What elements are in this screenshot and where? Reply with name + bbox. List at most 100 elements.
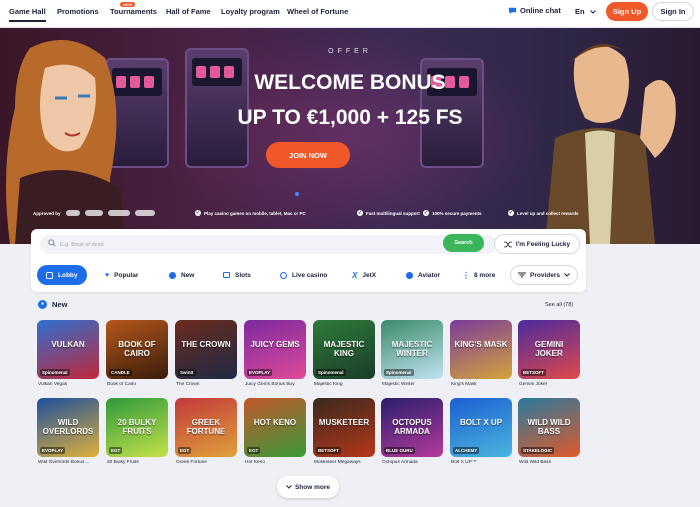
game-tile[interactable]: OCTOPUS ARMADA BLUE GURU — [381, 398, 443, 457]
game-title[interactable]: Majestic King — [314, 382, 384, 387]
game-title[interactable]: Gemini Joker — [519, 382, 589, 387]
feature-text: Fast multilingual support — [366, 210, 420, 216]
tab-popular[interactable]: ♥ Popular — [105, 265, 138, 285]
game-title[interactable]: Vulkan Vegas — [38, 382, 108, 387]
tab-live-casino[interactable]: Live casino — [280, 265, 327, 285]
nav-wheel-of-fortune[interactable]: Wheel of Fortune — [287, 7, 348, 16]
game-tile[interactable]: 20 BULKY FRUITS EGT — [106, 398, 168, 457]
game-title[interactable]: Wild Overlords Bonus ... — [38, 460, 108, 465]
see-all-link[interactable]: See all (78) — [545, 302, 573, 308]
search-input[interactable] — [60, 238, 440, 251]
game-title[interactable]: Octopus Armada — [382, 460, 452, 465]
check-icon: ✓ — [195, 210, 201, 216]
game-tile[interactable]: GEMINI JOKER BETSOFT — [518, 320, 580, 379]
feature-item: ✓ 100% secure payments — [423, 210, 482, 216]
game-tile[interactable]: KING'S MASK — [450, 320, 512, 379]
game-logo-text: MUSKETEER — [318, 418, 370, 427]
check-icon: ✓ — [357, 210, 363, 216]
provider-badge: ALCHEMY — [453, 447, 480, 454]
tab-aviator[interactable]: Aviator — [406, 265, 440, 285]
feature-item: ✓ Fast multilingual support — [357, 210, 420, 216]
partner-logo — [107, 210, 130, 216]
tab-popular-label: Popular — [114, 271, 139, 279]
game-tile[interactable]: BOOK OF CAIRO CANDLE — [106, 320, 168, 379]
tab-jetx[interactable]: X JetX — [352, 265, 376, 285]
partner-logo — [134, 210, 155, 216]
show-more-button[interactable]: Show more — [277, 476, 339, 498]
game-logo-text: WILD OVERLORDS — [42, 418, 94, 436]
game-tile[interactable]: HOT KENO EGT — [244, 398, 306, 457]
shuffle-icon — [503, 241, 512, 247]
game-title[interactable]: King's Mask — [451, 382, 521, 387]
game-logo-text: WILD WILD BASS — [527, 418, 571, 436]
game-title[interactable]: Book of Cairo — [107, 382, 177, 387]
game-logo-text: BOOK OF CAIRO — [118, 340, 156, 358]
nav-hall-of-fame[interactable]: Hall of Fame — [166, 7, 211, 16]
search-box[interactable] — [40, 235, 497, 254]
new-section-title: New — [52, 300, 68, 309]
provider-badge: EVOPLAY — [247, 369, 273, 376]
game-title[interactable]: Majestic Winter — [382, 382, 452, 387]
tab-lobby-label: Lobby — [58, 271, 78, 279]
provider-badge: BETSOFT — [521, 369, 546, 376]
game-tile[interactable]: THE CROWN Swintt — [175, 320, 237, 379]
provider-badge: Spinomenal — [384, 369, 414, 376]
approved-by-label: Approved by — [33, 210, 61, 216]
carousel-indicator[interactable] — [295, 192, 299, 196]
hero-banner[interactable]: OFFER WELCOME BONUS UP TO €1,000 + 125 F… — [0, 28, 700, 244]
search-button[interactable]: Search — [443, 234, 484, 252]
jetx-icon: X — [352, 270, 358, 280]
provider-badge: EGT — [109, 447, 123, 454]
game-tile[interactable]: WILD WILD BASS STAKELOGIC — [518, 398, 580, 457]
feature-text: Level up and collect rewards — [517, 210, 579, 216]
game-title[interactable]: Juicy Gems Bonus Buy — [245, 382, 315, 387]
tab-lobby[interactable]: Lobby — [37, 265, 87, 285]
game-tile[interactable]: VULKAN Spinomenal — [37, 320, 99, 379]
nav-game-hall[interactable]: Game Hall — [9, 7, 46, 22]
chevron-down-icon — [564, 273, 570, 277]
heart-icon: ♥ — [105, 271, 110, 279]
sign-in-button[interactable]: Sign In — [652, 2, 694, 21]
game-title[interactable]: Musketeer Megaways — [314, 460, 384, 465]
game-title[interactable]: Bolt X UP™ — [451, 460, 521, 465]
language-selector[interactable]: En — [575, 7, 596, 16]
tab-aviator-label: Aviator — [418, 271, 441, 279]
tab-live-casino-label: Live casino — [292, 271, 328, 279]
tab-jetx-label: JetX — [362, 271, 377, 279]
feeling-lucky-button[interactable]: I'm Feeling Lucky — [494, 234, 580, 254]
game-thumbnail — [450, 320, 512, 379]
online-chat-link[interactable]: Online chat — [508, 6, 561, 15]
new-section-icon: ● — [38, 300, 47, 309]
tab-slots[interactable]: Slots — [223, 265, 251, 285]
tab-new[interactable]: New — [169, 265, 194, 285]
game-title[interactable]: Wild Wild Bass — [519, 460, 589, 465]
nav-promotions[interactable]: Promotions — [57, 7, 99, 16]
game-tile[interactable]: MAJESTIC WINTER Spinomenal — [381, 320, 443, 379]
game-tile[interactable]: JUICY GEMS EVOPLAY — [244, 320, 306, 379]
game-logo-text: VULKAN — [51, 340, 85, 349]
game-title[interactable]: The Crown — [176, 382, 246, 387]
feature-text: Play casino games on mobile, tablet, Mac… — [204, 210, 306, 216]
game-title[interactable]: Hot Keno — [245, 460, 315, 465]
game-tile[interactable]: MAJESTIC KING Spinomenal — [313, 320, 375, 379]
game-logo-text: BOLT X UP — [459, 418, 503, 427]
nav-tournaments[interactable]: Tournaments — [110, 7, 157, 16]
join-now-button[interactable]: JOIN NOW — [266, 142, 350, 168]
live-icon — [280, 271, 287, 279]
tab-more[interactable]: ⋮ 8 more — [462, 265, 495, 285]
game-title[interactable]: Greek Fortune — [176, 460, 246, 465]
chat-icon — [508, 7, 517, 15]
game-tile[interactable]: MUSKETEER BETSOFT — [313, 398, 375, 457]
provider-badge: EVOPLAY — [40, 447, 66, 454]
game-title[interactable]: 20 Bulky Fruits — [107, 460, 177, 465]
partner-logo — [84, 210, 103, 216]
game-tile[interactable]: BOLT X UP ALCHEMY — [450, 398, 512, 457]
nav-loyalty-program[interactable]: Loyalty program — [221, 7, 280, 16]
sign-up-button[interactable]: Sign Up — [606, 2, 648, 21]
search-icon — [48, 239, 56, 247]
game-tile[interactable]: WILD OVERLORDS EVOPLAY — [37, 398, 99, 457]
providers-dropdown[interactable]: Providers — [510, 265, 578, 285]
game-logo-text: MAJESTIC KING — [323, 340, 365, 358]
game-logo-text: 20 BULKY FRUITS — [117, 418, 157, 436]
game-tile[interactable]: GREEK FORTUNE EGT — [175, 398, 237, 457]
